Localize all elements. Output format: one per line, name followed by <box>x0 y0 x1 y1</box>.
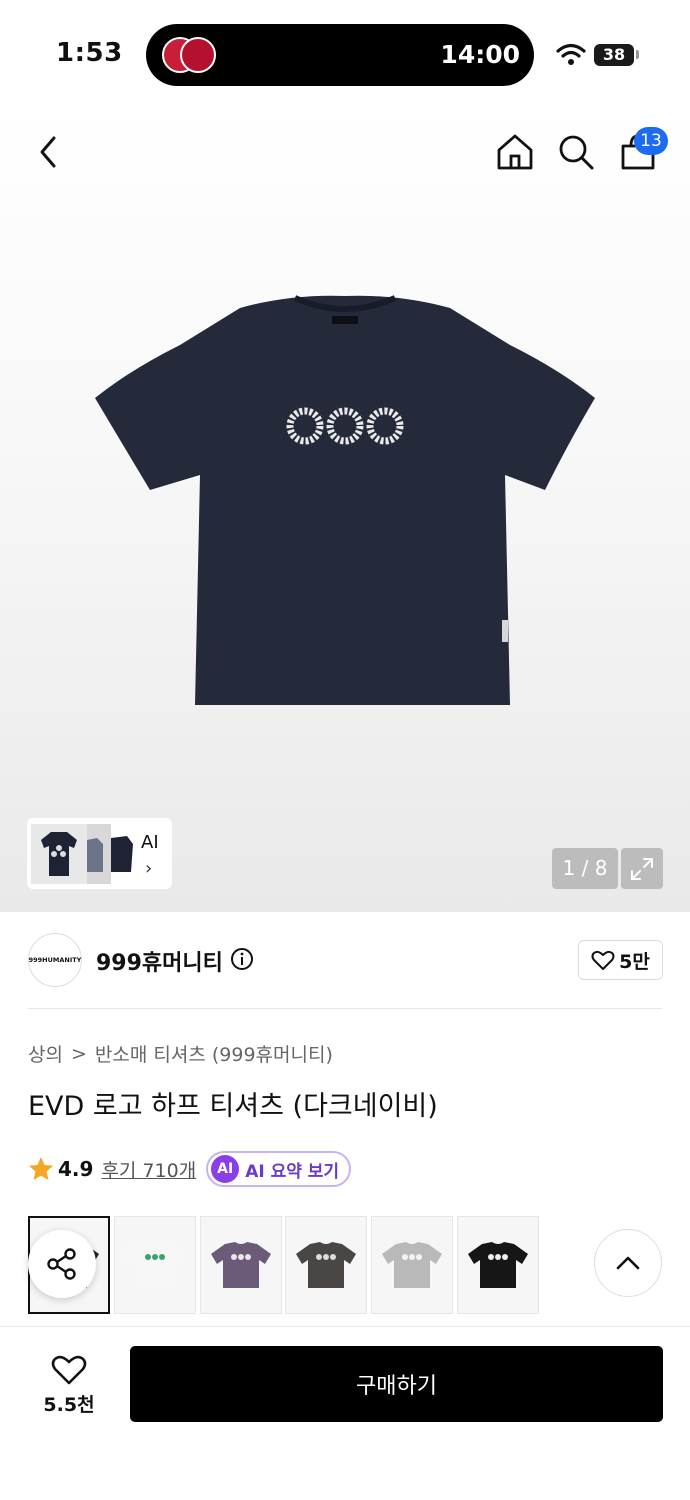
wishlist-button[interactable]: 5.5천 <box>28 1345 110 1425</box>
review-link[interactable]: 후기 710개 <box>101 1156 196 1183</box>
color-option-image <box>296 1242 356 1288</box>
dynamic-island: 14:00 <box>146 24 534 86</box>
star-icon <box>29 1157 53 1180</box>
divider <box>28 1008 662 1009</box>
ai-summary-label: AI 요약 보기 <box>245 1161 340 1182</box>
ai-label: AI <box>141 832 159 853</box>
product-title: EVD 로고 하프 티셔츠 (다크네이비) <box>28 1091 438 1122</box>
status-time: 1:53 <box>56 38 123 68</box>
battery-tip <box>636 50 639 59</box>
color-option-black[interactable] <box>457 1216 539 1314</box>
color-option-purple[interactable] <box>200 1216 282 1314</box>
share-icon <box>47 1248 76 1280</box>
home-icon <box>497 134 533 170</box>
brand-like-count: 5만 <box>619 950 650 973</box>
color-option-grey[interactable] <box>371 1216 453 1314</box>
ai-badge: AI <box>211 1155 240 1183</box>
heart-icon <box>51 1355 87 1384</box>
wifi-icon <box>556 43 586 65</box>
back-button[interactable] <box>26 130 70 174</box>
color-option-image <box>382 1242 442 1288</box>
battery-indicator: 38 <box>594 44 634 66</box>
breadcrumb-category[interactable]: 상의 <box>28 1040 63 1067</box>
ai-image-strip[interactable]: AI › <box>27 818 172 889</box>
status-bar: 1:53 14:00 38 <box>0 0 690 110</box>
chevron-left-icon <box>40 136 56 168</box>
home-button[interactable] <box>493 130 537 174</box>
bottom-action-bar: 5.5천 구매하기 <box>0 1326 690 1500</box>
app-logo-icon <box>180 37 216 73</box>
color-option-image <box>125 1242 185 1288</box>
info-icon[interactable] <box>230 947 254 971</box>
expand-icon <box>631 857 653 880</box>
breadcrumb-separator: > <box>70 1042 87 1065</box>
product-image-gallery[interactable] <box>0 110 690 912</box>
chevron-right-icon: › <box>145 858 153 879</box>
brand-name[interactable]: 999휴머니티 <box>96 945 223 977</box>
ai-summary-button[interactable]: AI AI 요약 보기 <box>206 1151 352 1187</box>
buy-button[interactable]: 구매하기 <box>130 1346 663 1422</box>
color-option-white[interactable] <box>114 1216 196 1314</box>
brand-like-button[interactable]: 5만 <box>578 940 663 980</box>
cart-count-badge: 13 <box>634 127 668 155</box>
thumbnail-images <box>31 824 133 884</box>
chevron-up-icon <box>616 1256 640 1270</box>
scroll-to-top-button[interactable] <box>594 1229 662 1297</box>
product-image <box>95 295 595 705</box>
island-time: 14:00 <box>440 40 520 69</box>
expand-image-button[interactable] <box>621 848 663 889</box>
color-option-image <box>468 1242 528 1288</box>
heart-icon <box>591 950 615 970</box>
rating-value: 4.9 <box>58 1157 94 1181</box>
brand-logo[interactable]: 999HUMANITY <box>28 933 82 987</box>
image-page-counter: 1 / 8 <box>552 848 618 889</box>
breadcrumb-subcategory[interactable]: 반소매 티셔츠 (999휴머니티) <box>95 1040 333 1067</box>
color-option-image <box>211 1242 271 1288</box>
wishlist-count: 5.5천 <box>43 1393 95 1416</box>
color-option-charcoal[interactable] <box>285 1216 367 1314</box>
search-icon <box>559 135 594 170</box>
rating-row: 4.9 후기 710개 AI AI 요약 보기 <box>28 1150 352 1188</box>
share-button[interactable] <box>28 1230 96 1298</box>
breadcrumb: 상의 > 반소매 티셔츠 (999휴머니티) <box>28 1040 333 1067</box>
search-button[interactable] <box>554 130 598 174</box>
top-navigation <box>0 110 690 194</box>
